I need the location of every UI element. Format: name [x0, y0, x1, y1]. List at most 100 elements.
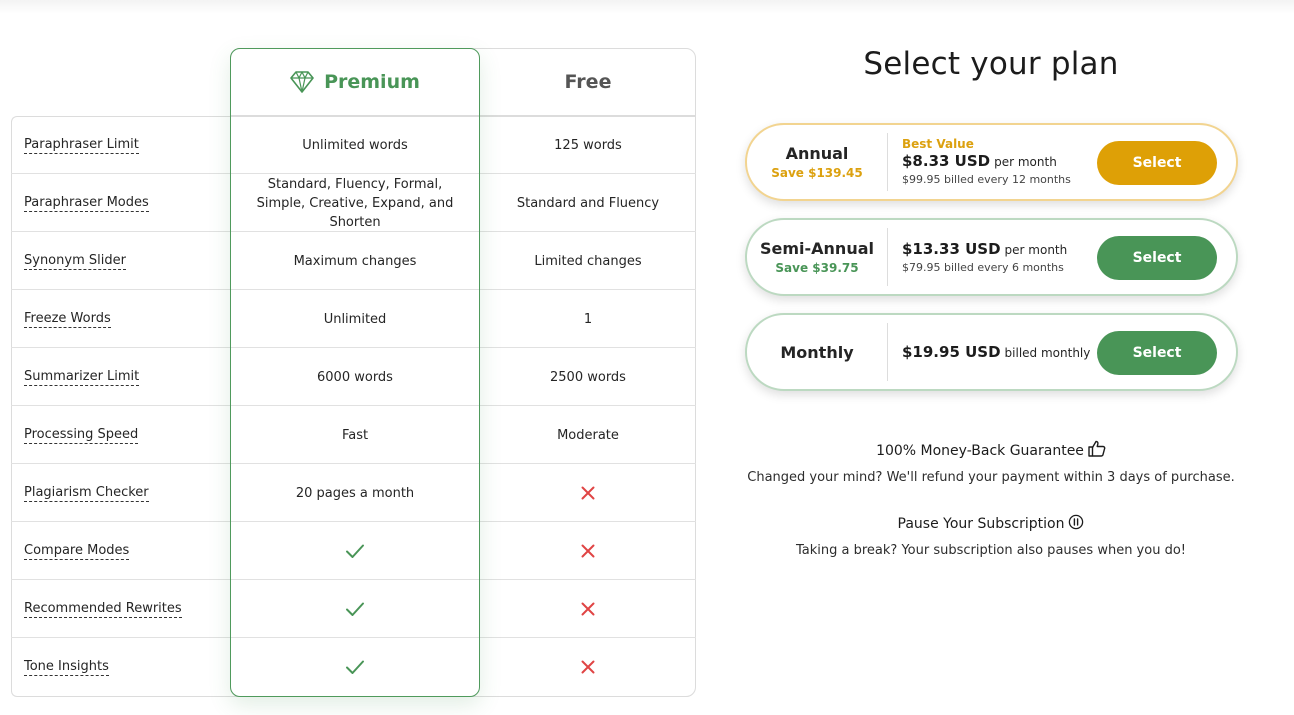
plan-savings: Save $139.45	[771, 166, 863, 180]
plan-price: $19.95 USD billed monthly	[902, 342, 1092, 363]
free-value-cell	[480, 638, 696, 696]
divider	[887, 228, 888, 286]
premium-value-cell	[230, 580, 480, 638]
premium-value: Standard, Fluency, Formal, Simple, Creat…	[256, 176, 454, 230]
pause-subscription: Pause Your Subscription Taking a break? …	[745, 514, 1237, 558]
premium-value: Unlimited words	[302, 137, 408, 153]
free-value-cell	[480, 522, 696, 580]
feature-name[interactable]: Paraphraser Limit	[24, 137, 139, 154]
plan-name-block: Semi-Annual Save $39.75	[747, 220, 887, 294]
price-amount: $8.33 USD	[902, 152, 991, 170]
table-row: Summarizer Limit 6000 words 2500 words	[11, 348, 696, 406]
check-icon	[345, 543, 365, 559]
table-row: Processing Speed Fast Moderate	[11, 406, 696, 464]
thumbs-up-icon	[1088, 440, 1106, 461]
premium-value-cell	[230, 522, 480, 580]
feature-name[interactable]: Compare Modes	[24, 543, 130, 560]
table-row: Compare Modes	[11, 522, 696, 580]
plan-price: $8.33 USD per month	[902, 151, 1092, 172]
cross-icon	[581, 544, 595, 558]
free-value-cell	[480, 464, 696, 522]
feature-name[interactable]: Plagiarism Checker	[24, 485, 149, 502]
feature-name[interactable]: Summarizer Limit	[24, 369, 140, 386]
plan-price-block: Best Value $8.33 USD per month $99.95 bil…	[902, 125, 1092, 199]
feature-name-cell: Tone Insights	[24, 638, 109, 696]
diamond-icon	[290, 71, 314, 93]
table-row: Plagiarism Checker 20 pages a month	[11, 464, 696, 522]
cross-icon	[581, 602, 595, 616]
price-amount: $13.33 USD	[902, 240, 1001, 258]
guarantee-title-row: 100% Money-Back Guarantee	[745, 440, 1237, 461]
feature-name[interactable]: Tone Insights	[24, 659, 109, 676]
feature-name[interactable]: Paraphraser Modes	[24, 195, 149, 212]
guarantee-text: Changed your mind? We'll refund your pay…	[747, 470, 1235, 485]
premium-value: Fast	[341, 427, 369, 443]
plan-name: Semi-Annual	[759, 239, 874, 258]
select-monthly-button[interactable]: Select	[1097, 331, 1217, 375]
pause-title: Pause Your Subscription	[897, 516, 1065, 532]
billing-note: $79.95 billed every 6 months	[902, 261, 1064, 274]
free-column-header: Free	[564, 71, 612, 93]
premium-value: 20 pages a month	[295, 485, 415, 501]
table-header: Premium Free	[230, 48, 696, 116]
feature-name-cell: Paraphraser Limit	[24, 116, 139, 174]
plan-name: Monthly	[780, 342, 854, 362]
check-icon	[345, 659, 365, 675]
premium-label: Premium	[324, 71, 420, 93]
divider	[887, 133, 888, 191]
pause-title-row: Pause Your Subscription	[745, 514, 1237, 534]
premium-value-cell	[230, 638, 480, 696]
plan-name: Annual	[785, 144, 849, 163]
best-value-badge: Best Value	[902, 137, 974, 151]
select-annual-button[interactable]: Select	[1097, 141, 1217, 185]
free-value: 1	[583, 311, 593, 327]
feature-name[interactable]: Freeze Words	[24, 311, 111, 328]
plan-name-block: Annual Save $139.45	[747, 125, 887, 199]
feature-name-cell: Processing Speed	[24, 406, 139, 464]
plan-title: Select your plan	[863, 46, 1119, 82]
feature-name[interactable]: Recommended Rewrites	[24, 601, 182, 618]
feature-name-cell: Paraphraser Modes	[24, 174, 149, 232]
table-row: Recommended Rewrites	[11, 580, 696, 638]
cross-icon	[581, 486, 595, 500]
top-shadow	[0, 0, 1294, 14]
premium-value: Maximum changes	[293, 253, 417, 269]
plan-name-block: Monthly	[747, 315, 887, 389]
feature-name-cell: Compare Modes	[24, 522, 130, 580]
cross-icon	[581, 660, 595, 674]
feature-name-cell: Recommended Rewrites	[24, 580, 182, 638]
feature-name-cell: Synonym Slider	[24, 232, 126, 290]
free-value: Moderate	[557, 427, 619, 443]
price-period: per month	[994, 155, 1057, 169]
select-semi-annual-button[interactable]: Select	[1097, 236, 1217, 280]
plan-card-monthly[interactable]: Monthly $19.95 USD billed monthly Select	[745, 313, 1238, 391]
free-value-cell	[480, 580, 696, 638]
table-row: Synonym Slider Maximum changes Limited cha…	[11, 232, 696, 290]
divider	[887, 323, 888, 381]
plan-card-annual[interactable]: Annual Save $139.45 Best Value $8.33 USD…	[745, 123, 1238, 201]
free-value: 125 words	[554, 137, 622, 153]
table-row: Paraphraser Modes Standard, Fluency, Form…	[11, 174, 696, 232]
billing-note: $99.95 billed every 12 months	[902, 173, 1071, 186]
table-row: Tone Insights	[11, 638, 696, 696]
check-icon	[345, 601, 365, 617]
table-row: Freeze Words Unlimited 1	[11, 290, 696, 348]
free-value: 2500 words	[550, 369, 626, 385]
feature-name[interactable]: Processing Speed	[24, 427, 139, 444]
price-period: billed monthly	[1004, 345, 1091, 360]
plan-card-semi-annual[interactable]: Semi-Annual Save $39.75 $13.33 USD per mo…	[745, 218, 1238, 296]
plan-comparison-table: Premium Free Paraphraser Limit Unlimited …	[11, 48, 696, 697]
plan-price: $13.33 USD per month	[902, 239, 1092, 260]
premium-value: Unlimited	[323, 311, 387, 327]
premium-column-header: Premium	[230, 48, 480, 116]
price-amount: $19.95 USD	[902, 342, 1001, 361]
feature-name-cell: Plagiarism Checker	[24, 464, 149, 522]
plan-price-block: $19.95 USD billed monthly	[902, 315, 1092, 389]
plan-savings: Save $39.75	[775, 261, 859, 275]
feature-name-cell: Summarizer Limit	[24, 348, 140, 406]
feature-name[interactable]: Synonym Slider	[24, 253, 126, 270]
guarantee-title: 100% Money-Back Guarantee	[876, 442, 1084, 459]
table-row: Paraphraser Limit Unlimited words 125 word…	[11, 116, 696, 174]
free-value: Limited changes	[534, 253, 642, 269]
feature-name-cell: Freeze Words	[24, 290, 111, 348]
